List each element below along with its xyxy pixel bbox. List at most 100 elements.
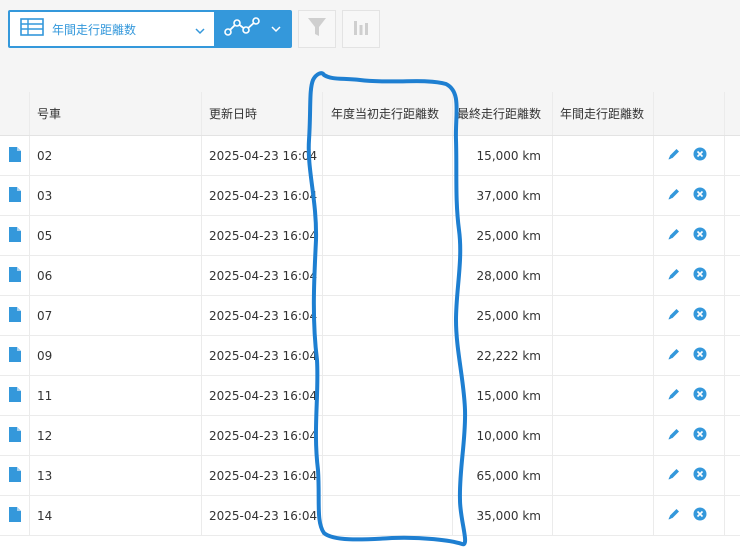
cell-start-distance (323, 456, 453, 495)
cell-final-distance: 25,000 km (453, 296, 553, 335)
delete-icon[interactable] (693, 467, 707, 484)
table-row: 11 2025-04-23 16:04 15,000 km (0, 376, 740, 416)
cell-updated: 2025-04-23 16:04 (202, 336, 323, 375)
delete-icon[interactable] (693, 347, 707, 364)
cell-annual-distance (553, 496, 654, 535)
cell-final-distance: 25,000 km (453, 216, 553, 255)
record-detail-link[interactable] (0, 296, 30, 335)
cell-final-distance: 65,000 km (453, 456, 553, 495)
edit-icon[interactable] (667, 267, 681, 284)
column-header-annual-distance[interactable]: 年間走行距離数 (553, 92, 654, 135)
cell-annual-distance (553, 256, 654, 295)
edit-icon[interactable] (667, 387, 681, 404)
document-icon (8, 426, 21, 445)
delete-icon[interactable] (693, 187, 707, 204)
cell-annual-distance (553, 176, 654, 215)
cell-final-distance: 10,000 km (453, 416, 553, 455)
edit-icon[interactable] (667, 347, 681, 364)
record-detail-link[interactable] (0, 456, 30, 495)
edit-icon[interactable] (667, 227, 681, 244)
cell-start-distance (323, 256, 453, 295)
edit-icon[interactable] (667, 147, 681, 164)
cell-start-distance (323, 496, 453, 535)
cell-updated: 2025-04-23 16:04 (202, 376, 323, 415)
cell-number: 06 (30, 256, 202, 295)
delete-icon[interactable] (693, 507, 707, 524)
table-row (0, 536, 740, 549)
cell-updated: 2025-04-23 16:04 (202, 296, 323, 335)
cell-number: 09 (30, 336, 202, 375)
cell-number: 02 (30, 136, 202, 175)
table-row: 13 2025-04-23 16:04 65,000 km (0, 456, 740, 496)
table-row: 07 2025-04-23 16:04 25,000 km (0, 296, 740, 336)
cell-annual-distance (553, 136, 654, 175)
cell-start-distance (323, 416, 453, 455)
view-selector: 年間走行距離数 (8, 10, 292, 48)
cell-annual-distance (553, 216, 654, 255)
filter-icon (307, 16, 327, 42)
cell-number: 13 (30, 456, 202, 495)
edit-icon[interactable] (667, 467, 681, 484)
record-detail-link[interactable] (0, 256, 30, 295)
cell-start-distance (323, 216, 453, 255)
edit-icon[interactable] (667, 307, 681, 324)
delete-icon[interactable] (693, 387, 707, 404)
document-icon (8, 186, 21, 205)
delete-icon[interactable] (693, 307, 707, 324)
table-icon (20, 18, 44, 40)
cell-number: 11 (30, 376, 202, 415)
cell-updated: 2025-04-23 16:04 (202, 176, 323, 215)
edit-icon[interactable] (667, 187, 681, 204)
cell-number: 07 (30, 296, 202, 335)
document-icon (8, 466, 21, 485)
cell-number: 05 (30, 216, 202, 255)
record-detail-link[interactable] (0, 136, 30, 175)
cell-updated: 2025-04-23 16:04 (202, 216, 323, 255)
table-row: 03 2025-04-23 16:04 37,000 km (0, 176, 740, 216)
cell-number: 14 (30, 496, 202, 535)
document-icon (8, 386, 21, 405)
edit-icon[interactable] (667, 507, 681, 524)
column-header-number[interactable]: 号車 (30, 92, 202, 135)
document-icon (8, 226, 21, 245)
cell-final-distance: 35,000 km (453, 496, 553, 535)
cell-annual-distance (553, 296, 654, 335)
delete-icon[interactable] (693, 227, 707, 244)
table-row: 09 2025-04-23 16:04 22,222 km (0, 336, 740, 376)
table-row: 06 2025-04-23 16:04 28,000 km (0, 256, 740, 296)
document-icon (8, 506, 21, 525)
column-header-updated[interactable]: 更新日時 (202, 92, 323, 135)
graph-dropdown[interactable] (216, 10, 292, 48)
cell-updated: 2025-04-23 16:04 (202, 136, 323, 175)
view-name-label: 年間走行距離数 (52, 22, 137, 37)
cell-final-distance: 22,222 km (453, 336, 553, 375)
record-detail-link[interactable] (0, 416, 30, 455)
delete-icon[interactable] (693, 427, 707, 444)
column-header-start-distance[interactable]: 年度当初走行距離数 (323, 92, 453, 135)
document-icon (8, 146, 21, 165)
record-detail-link[interactable] (0, 496, 30, 535)
cell-final-distance: 37,000 km (453, 176, 553, 215)
cell-annual-distance (553, 336, 654, 375)
column-header-final-distance[interactable]: 最終走行距離数 (453, 92, 553, 135)
cell-start-distance (323, 296, 453, 335)
chart-settings-button[interactable] (342, 10, 380, 48)
cell-updated: 2025-04-23 16:04 (202, 496, 323, 535)
record-detail-link[interactable] (0, 336, 30, 375)
edit-icon[interactable] (667, 427, 681, 444)
line-graph-icon (224, 17, 260, 41)
chevron-down-icon (270, 20, 282, 39)
record-detail-link[interactable] (0, 376, 30, 415)
filter-button[interactable] (298, 10, 336, 48)
record-detail-link[interactable] (0, 216, 30, 255)
cell-final-distance: 28,000 km (453, 256, 553, 295)
delete-icon[interactable] (693, 147, 707, 164)
cell-number: 12 (30, 416, 202, 455)
cell-start-distance (323, 176, 453, 215)
cell-start-distance (323, 136, 453, 175)
cell-final-distance: 15,000 km (453, 376, 553, 415)
delete-icon[interactable] (693, 267, 707, 284)
cell-number: 03 (30, 176, 202, 215)
view-dropdown[interactable]: 年間走行距離数 (10, 12, 214, 46)
record-detail-link[interactable] (0, 176, 30, 215)
